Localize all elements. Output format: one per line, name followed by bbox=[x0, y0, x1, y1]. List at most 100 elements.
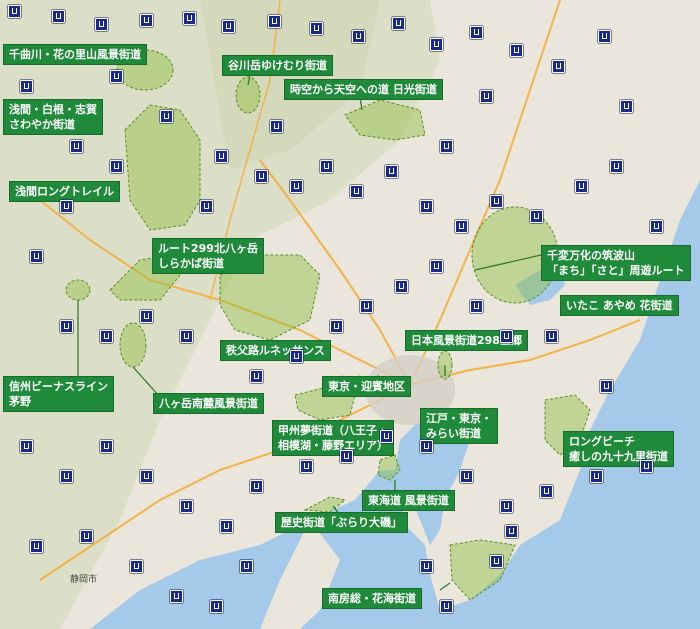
roadside-station-icon[interactable] bbox=[52, 10, 65, 23]
route-label-tokaido[interactable]: 東海道 風景街道 bbox=[362, 490, 455, 511]
roadside-station-icon[interactable] bbox=[420, 560, 433, 573]
roadside-station-icon[interactable] bbox=[470, 300, 483, 313]
roadside-station-icon[interactable] bbox=[392, 17, 405, 30]
route-label-long-beach[interactable]: ロングビーチ 癒しの九十九里街道 bbox=[563, 431, 674, 467]
roadside-station-icon[interactable] bbox=[352, 30, 365, 43]
roadside-station-icon[interactable] bbox=[310, 22, 323, 35]
roadside-station-icon[interactable] bbox=[540, 485, 553, 498]
roadside-station-icon[interactable] bbox=[575, 180, 588, 193]
roadside-station-icon[interactable] bbox=[480, 90, 493, 103]
roadside-station-icon[interactable] bbox=[180, 500, 193, 513]
roadside-station-icon[interactable] bbox=[100, 440, 113, 453]
roadside-station-icon[interactable] bbox=[140, 310, 153, 323]
roadside-station-icon[interactable] bbox=[380, 430, 393, 443]
roadside-station-icon[interactable] bbox=[620, 100, 633, 113]
route-label-tanigawa[interactable]: 谷川岳ゆけむり街道 bbox=[222, 55, 333, 76]
roadside-station-icon[interactable] bbox=[60, 200, 73, 213]
route-label-minamiboso[interactable]: 南房総・花海街道 bbox=[322, 588, 422, 609]
roadside-station-icon[interactable] bbox=[183, 12, 196, 25]
roadside-station-icon[interactable] bbox=[500, 500, 513, 513]
route-label-chikuma[interactable]: 千曲川・花の里山風景街道 bbox=[3, 44, 147, 65]
route-map[interactable]: さいたま市 静岡市 千曲川・花の里山風景街道 谷川岳ゆけむり街道 時空から天空へ… bbox=[0, 0, 700, 629]
roadside-station-icon[interactable] bbox=[340, 450, 353, 463]
roadside-station-icon[interactable] bbox=[140, 14, 153, 27]
roadside-station-icon[interactable] bbox=[395, 280, 408, 293]
roadside-station-icon[interactable] bbox=[385, 165, 398, 178]
roadside-station-icon[interactable] bbox=[440, 140, 453, 153]
roadside-station-icon[interactable] bbox=[160, 110, 173, 123]
roadside-station-icon[interactable] bbox=[598, 30, 611, 43]
roadside-station-icon[interactable] bbox=[130, 560, 143, 573]
route-label-yatsugatake-south[interactable]: 八ヶ岳南麓風景街道 bbox=[153, 393, 264, 414]
roadside-station-icon[interactable] bbox=[330, 320, 343, 333]
roadside-station-icon[interactable] bbox=[140, 470, 153, 483]
roadside-station-icon[interactable] bbox=[460, 470, 473, 483]
area-venus bbox=[65, 279, 91, 301]
roadside-station-icon[interactable] bbox=[222, 20, 235, 33]
roadside-station-icon[interactable] bbox=[8, 5, 21, 18]
route-label-burari[interactable]: 歴史街道「ぶらり大磯」 bbox=[275, 512, 408, 533]
roadside-station-icon[interactable] bbox=[110, 70, 123, 83]
roadside-station-icon[interactable] bbox=[500, 330, 513, 343]
route-label-itako[interactable]: いたこ あやめ 花街道 bbox=[560, 295, 679, 316]
roadside-station-icon[interactable] bbox=[610, 160, 623, 173]
roadside-station-icon[interactable] bbox=[360, 300, 373, 313]
roadside-station-icon[interactable] bbox=[170, 590, 183, 603]
roadside-station-icon[interactable] bbox=[30, 250, 43, 263]
roadside-station-icon[interactable] bbox=[350, 185, 363, 198]
roadside-station-icon[interactable] bbox=[530, 210, 543, 223]
roadside-station-icon[interactable] bbox=[210, 600, 223, 613]
roadside-station-icon[interactable] bbox=[215, 150, 228, 163]
roadside-station-icon[interactable] bbox=[490, 195, 503, 208]
roadside-station-icon[interactable] bbox=[60, 470, 73, 483]
route-label-route299[interactable]: ルート299北八ヶ岳 しらかば街道 bbox=[152, 238, 264, 274]
roadside-station-icon[interactable] bbox=[180, 330, 193, 343]
roadside-station-icon[interactable] bbox=[268, 15, 281, 28]
roadside-station-icon[interactable] bbox=[95, 18, 108, 31]
roadside-station-icon[interactable] bbox=[20, 440, 33, 453]
roadside-station-icon[interactable] bbox=[650, 220, 663, 233]
roadside-station-icon[interactable] bbox=[420, 440, 433, 453]
route-label-tokyo-geihin[interactable]: 東京・迎賓地区 bbox=[322, 376, 411, 397]
route-label-edo[interactable]: 江戸・東京・ みらい街道 bbox=[420, 408, 498, 444]
roadside-station-icon[interactable] bbox=[200, 200, 213, 213]
roadside-station-icon[interactable] bbox=[440, 600, 453, 613]
roadside-station-icon[interactable] bbox=[290, 350, 303, 363]
roadside-station-icon[interactable] bbox=[470, 26, 483, 39]
roadside-station-icon[interactable] bbox=[300, 460, 313, 473]
roadside-station-icon[interactable] bbox=[545, 330, 558, 343]
roadside-station-icon[interactable] bbox=[100, 330, 113, 343]
roadside-station-icon[interactable] bbox=[510, 44, 523, 57]
roadside-station-icon[interactable] bbox=[250, 370, 263, 383]
roadside-station-icon[interactable] bbox=[110, 160, 123, 173]
route-label-asama-shirane[interactable]: 浅間・白根・志賀 さわやか街道 bbox=[3, 99, 103, 135]
roadside-station-icon[interactable] bbox=[220, 520, 233, 533]
route-label-tsukuba[interactable]: 千変万化の筑波山 「まち」「さと」周遊ルート bbox=[541, 245, 691, 281]
roadside-station-icon[interactable] bbox=[640, 460, 653, 473]
roadside-station-icon[interactable] bbox=[600, 380, 613, 393]
roadside-station-icon[interactable] bbox=[420, 200, 433, 213]
roadside-station-icon[interactable] bbox=[60, 320, 73, 333]
roadside-station-icon[interactable] bbox=[430, 260, 443, 273]
route-label-venus[interactable]: 信州ビーナスライン 茅野 bbox=[3, 376, 114, 412]
roadside-station-icon[interactable] bbox=[20, 80, 33, 93]
roadside-station-icon[interactable] bbox=[250, 480, 263, 493]
roadside-station-icon[interactable] bbox=[255, 170, 268, 183]
roadside-station-icon[interactable] bbox=[455, 220, 468, 233]
roadside-station-icon[interactable] bbox=[590, 470, 603, 483]
roadside-station-icon[interactable] bbox=[505, 525, 518, 538]
roadside-station-icon[interactable] bbox=[552, 60, 565, 73]
roadside-station-icon[interactable] bbox=[290, 180, 303, 193]
roadside-station-icon[interactable] bbox=[430, 38, 443, 51]
roadside-station-icon[interactable] bbox=[320, 160, 333, 173]
roadside-station-icon[interactable] bbox=[240, 560, 253, 573]
route-label-chichibu[interactable]: 秩父路ルネッサンス bbox=[220, 340, 331, 361]
roadside-station-icon[interactable] bbox=[80, 530, 93, 543]
route-label-koshu[interactable]: 甲州夢街道（八王子・ 相模湖・藤野エリア） bbox=[272, 420, 394, 456]
roadside-station-icon[interactable] bbox=[30, 540, 43, 553]
roadside-station-icon[interactable] bbox=[270, 120, 283, 133]
route-label-asama-long[interactable]: 浅間ロングトレイル bbox=[9, 181, 120, 202]
roadside-station-icon[interactable] bbox=[490, 555, 503, 568]
roadside-station-icon[interactable] bbox=[70, 140, 83, 153]
route-label-nikko[interactable]: 時空から天空への道 日光街道 bbox=[284, 79, 443, 100]
